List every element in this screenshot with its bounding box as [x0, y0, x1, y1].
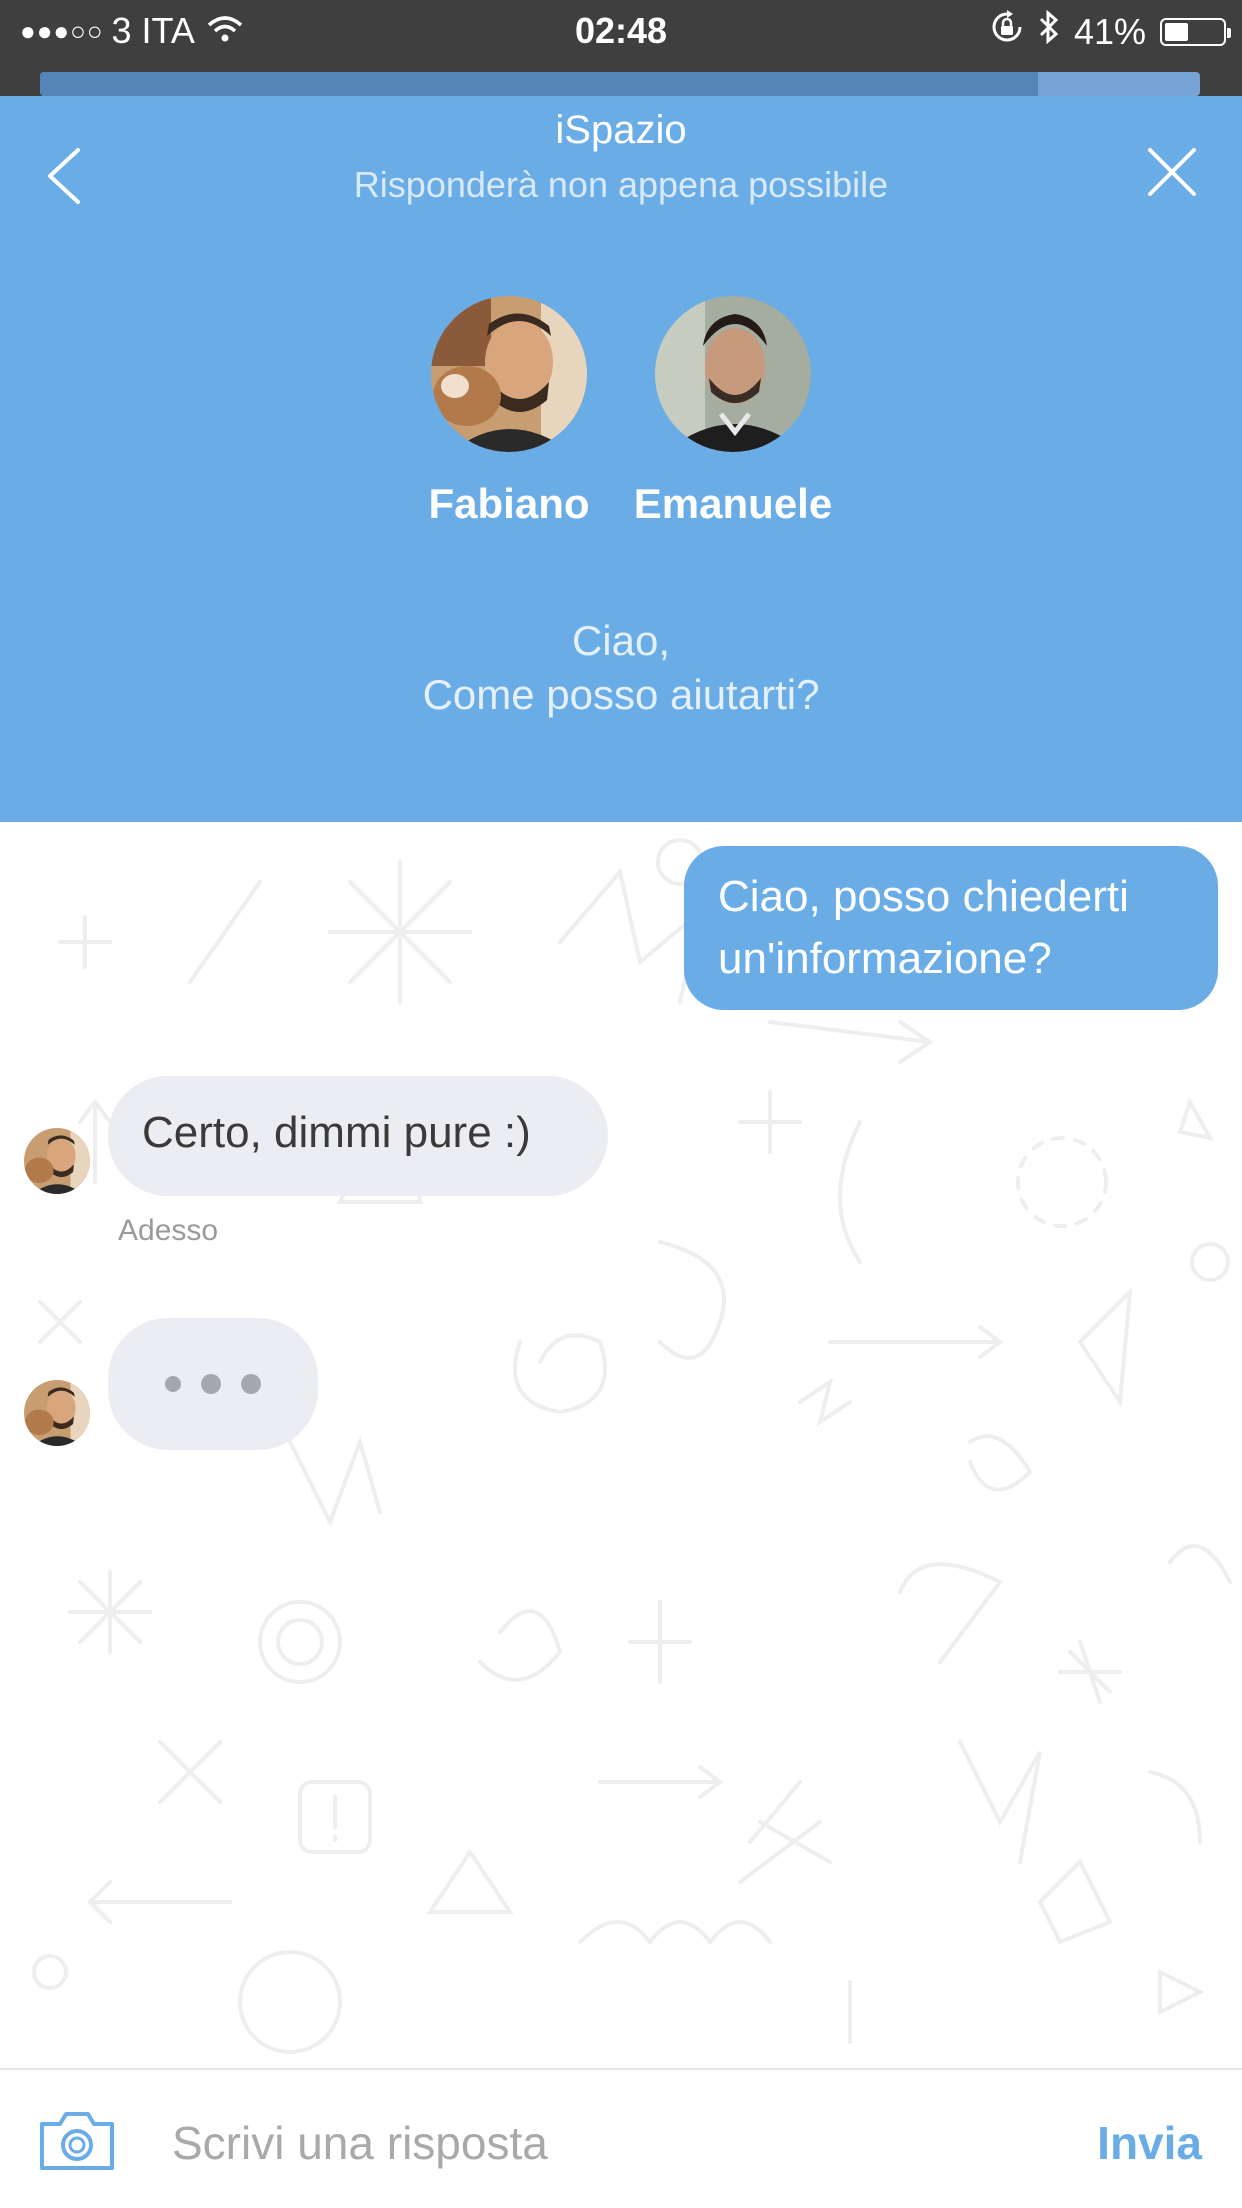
typing-dot [201, 1374, 221, 1394]
agent-avatar-small [24, 1128, 90, 1194]
agent-avatar [431, 296, 587, 452]
chat-header: iSpazio Risponderà non appena possibile … [0, 96, 1242, 822]
status-right: 41% [990, 9, 1231, 53]
orientation-lock-icon [990, 10, 1024, 53]
message-timestamp: Adesso [118, 1214, 219, 1247]
send-button[interactable]: Invia [1097, 2116, 1202, 2170]
greeting-line: Come posso aiutarti? [422, 671, 820, 718]
message-composer: Scrivi una risposta Invia [0, 2068, 1242, 2208]
agent-avatar [655, 296, 811, 452]
agents-list: Fabiano Emanuele [0, 296, 1242, 528]
reply-input[interactable]: Scrivi una risposta [172, 2116, 548, 2170]
loading-progress-fill [40, 72, 1038, 96]
battery-fill [1165, 22, 1188, 41]
agent-name: Emanuele [633, 480, 833, 527]
status-bar: ●●●○○ 3 ITA 02:48 41% [0, 0, 1242, 62]
agent-avatar-small [24, 1380, 90, 1446]
typing-dot [241, 1374, 261, 1394]
typing-indicator [108, 1318, 318, 1450]
agent-emanuele: Emanuele [634, 296, 832, 528]
chat-subtitle: Risponderà non appena possibile [353, 164, 889, 205]
chat-area[interactable]: Ciao, posso chiederti un'informazione? C… [0, 822, 1242, 2068]
camera-button[interactable] [38, 2108, 116, 2172]
typing-dot [165, 1376, 181, 1392]
chat-title: iSpazio [555, 108, 687, 152]
bluetooth-icon [1038, 9, 1060, 53]
loading-progress-bar [40, 72, 1200, 96]
close-icon [1148, 148, 1196, 196]
battery-icon [1160, 17, 1231, 46]
outgoing-message[interactable]: Ciao, posso chiederti un'informazione? [684, 846, 1218, 1010]
agent-name: Fabiano [428, 480, 590, 527]
agent-fabiano: Fabiano [428, 296, 590, 528]
close-button[interactable] [1142, 142, 1202, 202]
incoming-message[interactable]: Certo, dimmi pure :) [108, 1076, 608, 1196]
greeting-line: Ciao, [571, 617, 671, 664]
battery-percent: 41% [1073, 10, 1146, 52]
camera-icon [40, 2112, 114, 2170]
greeting-text: Ciao, Come posso aiutarti? [0, 614, 1242, 722]
